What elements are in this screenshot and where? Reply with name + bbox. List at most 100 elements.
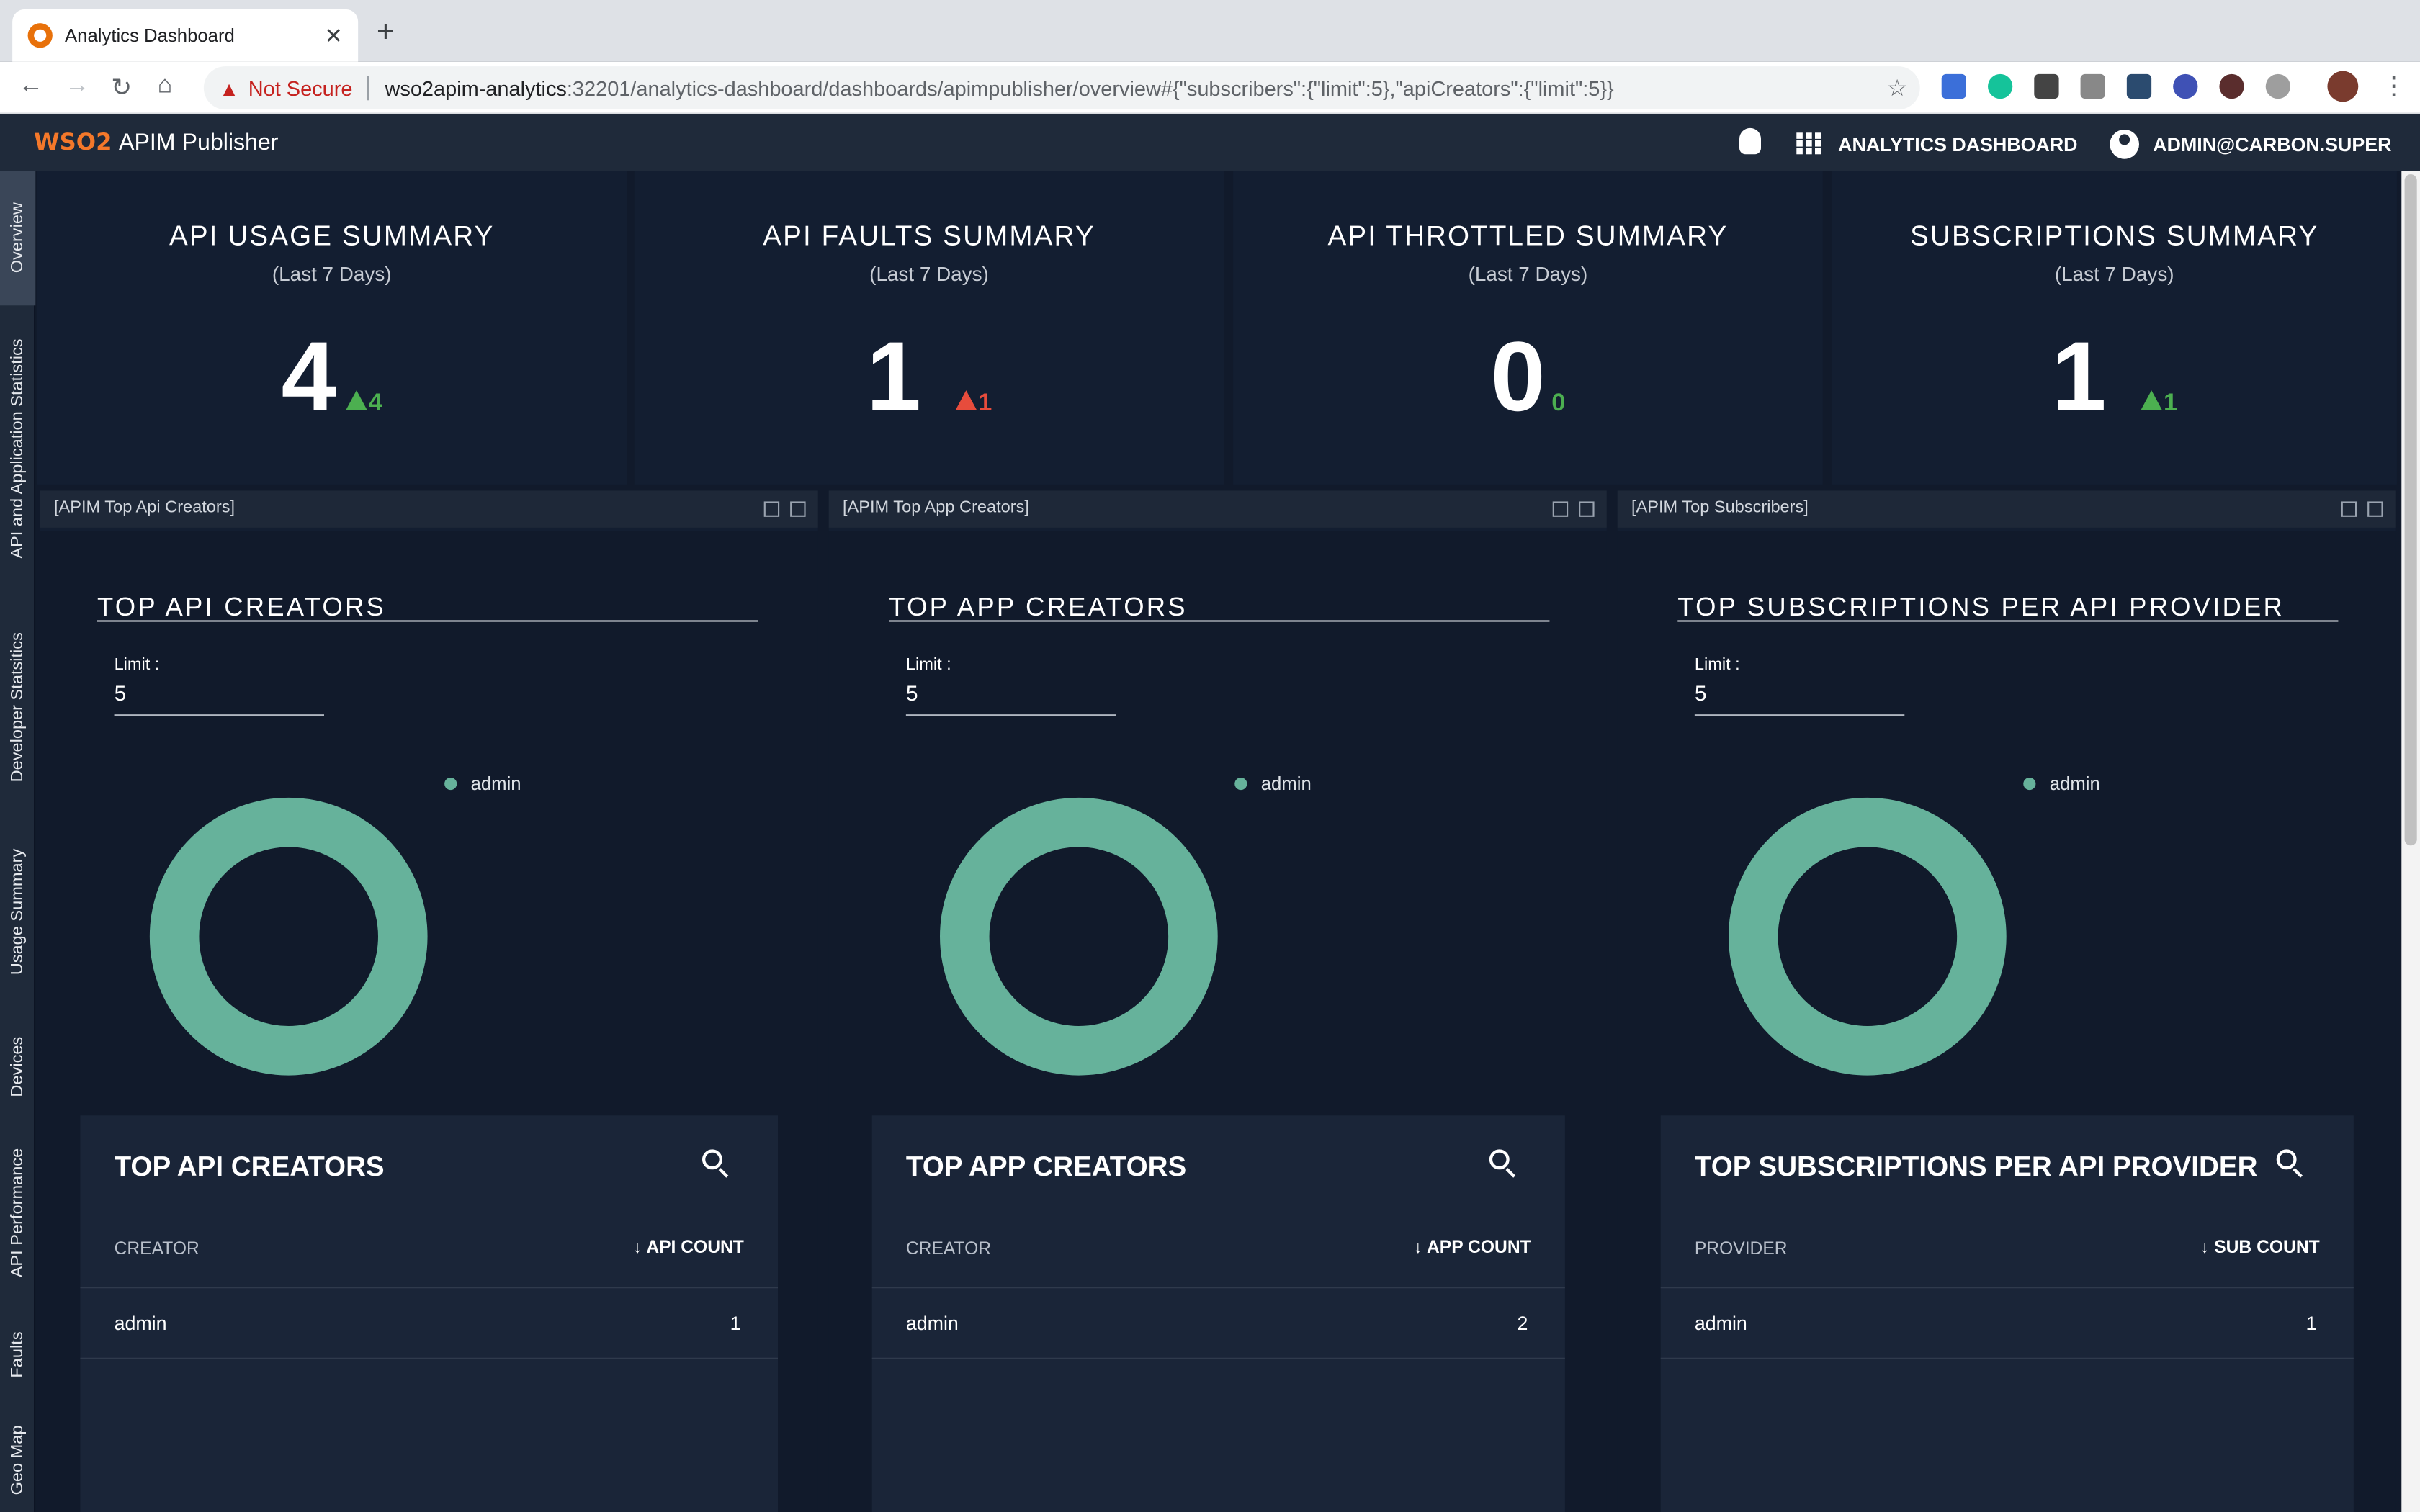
nav-developer-statistics[interactable]: Developer Statsitics <box>0 611 35 804</box>
chart-legend[interactable]: admin <box>1234 773 1312 795</box>
limit-input[interactable]: 5 <box>114 680 325 716</box>
extension-icon[interactable] <box>1941 73 1966 99</box>
extension-icon[interactable] <box>2080 73 2105 99</box>
page-scrollbar[interactable] <box>2401 171 2420 1512</box>
nav-faults[interactable]: Faults <box>0 1320 35 1390</box>
column-header-provider[interactable]: PROVIDER <box>1695 1241 1788 1259</box>
table-row[interactable]: admin 1 <box>1660 1290 2354 1359</box>
donut-slice-admin[interactable] <box>939 797 1218 1076</box>
donut-chart[interactable] <box>1727 796 2008 1077</box>
kpi-delta: 0 <box>1551 390 1566 417</box>
kpi-value: 1 <box>2051 320 2107 432</box>
divider <box>367 76 370 101</box>
bookmark-star-icon[interactable]: ☆ <box>1887 74 1908 102</box>
column-header-count[interactable]: ↓ API COUNT <box>633 1239 744 1258</box>
table-title: TOP SUBSCRIPTIONS PER API PROVIDER <box>1694 1151 2258 1182</box>
legend-swatch <box>444 778 457 791</box>
extension-icon[interactable] <box>2219 73 2244 99</box>
chart-legend[interactable]: admin <box>2023 773 2100 795</box>
chart-title: TOP APP CREATORS <box>889 592 1188 622</box>
extension-icon[interactable] <box>2265 73 2290 99</box>
sort-arrow-icon: ↓ <box>633 1238 647 1258</box>
column-header-creator[interactable]: CREATOR <box>906 1241 991 1259</box>
kpi-value-row: 11 <box>635 320 1224 434</box>
kpi-card-throttled: API THROTTLED SUMMARY (Last 7 Days) 00 <box>1233 171 1823 485</box>
maximize-icon[interactable] <box>2367 501 2383 517</box>
widget-body: TOP SUBSCRIPTIONS PER API PROVIDER Limit… <box>1617 531 2396 1512</box>
widget-header-title: [APIM Top Subscribers] <box>1631 498 1809 517</box>
kpi-delta: 1 <box>978 390 992 417</box>
donut-slice-admin[interactable] <box>149 797 428 1076</box>
url-input[interactable]: ▲ Not Secure wso2apim-analytics :32201/a… <box>203 66 1920 110</box>
limit-label: Limit : <box>905 655 951 675</box>
donut-chart[interactable] <box>938 796 1219 1077</box>
kpi-title: API THROTTLED SUMMARY <box>1327 220 1729 252</box>
nav-overview[interactable]: Overview <box>0 171 36 306</box>
divider <box>889 620 1550 622</box>
kpi-delta: 4 <box>368 390 382 417</box>
column-header-count[interactable]: ↓ SUB COUNT <box>2200 1239 2320 1258</box>
sort-arrow-icon: ↓ <box>1413 1238 1428 1258</box>
column-header-count[interactable]: ↓ APP COUNT <box>1414 1239 1531 1258</box>
reload-icon[interactable]: ↻ <box>111 73 132 104</box>
widget-header: [APIM Top App Creators] <box>828 490 1607 528</box>
analytics-dashboard-link[interactable]: ANALYTICS DASHBOARD <box>1838 134 2077 156</box>
popout-icon[interactable] <box>2341 501 2357 517</box>
chart-legend[interactable]: admin <box>444 773 521 795</box>
extension-icon[interactable] <box>2034 73 2059 99</box>
profile-avatar[interactable] <box>2327 71 2359 102</box>
kpi-value: 4 <box>281 320 336 432</box>
trend-up-icon <box>2140 390 2162 410</box>
table-row[interactable]: admin 2 <box>871 1290 1565 1359</box>
table-card: TOP APP CREATORS CREATOR ↓ APP COUNT adm… <box>871 1115 1565 1512</box>
table-card: TOP SUBSCRIPTIONS PER API PROVIDER PROVI… <box>1660 1115 2354 1512</box>
kpi-value: 0 <box>1490 320 1546 432</box>
table-title: TOP APP CREATORS <box>905 1151 1187 1182</box>
widget-header: [APIM Top Subscribers] <box>1617 490 2396 528</box>
search-icon[interactable] <box>1489 1149 1510 1170</box>
user-menu[interactable]: ADMIN@CARBON.SUPER <box>2153 134 2391 156</box>
popout-icon[interactable] <box>1552 501 1569 517</box>
apps-grid-icon[interactable] <box>1796 132 1821 155</box>
app-title: APIM Publisher <box>119 130 279 156</box>
limit-input[interactable]: 5 <box>1694 680 1905 716</box>
search-icon[interactable] <box>702 1149 722 1170</box>
nav-api-app-statistics[interactable]: API and Application Statistics <box>0 310 35 588</box>
maximize-icon[interactable] <box>1579 501 1595 517</box>
legend-label: admin <box>2049 773 2100 795</box>
new-tab-button[interactable]: + <box>377 15 395 50</box>
forward-icon[interactable]: → <box>65 73 89 101</box>
lightbulb-icon[interactable] <box>1739 127 1761 155</box>
tab-close-icon[interactable]: ✕ <box>325 22 343 48</box>
browser-tab[interactable]: Analytics Dashboard ✕ <box>12 9 359 62</box>
table-title: TOP API CREATORS <box>114 1151 385 1182</box>
back-icon[interactable]: ← <box>19 73 43 101</box>
column-header-creator[interactable]: CREATOR <box>115 1241 200 1259</box>
account-icon[interactable] <box>2110 130 2139 159</box>
nav-devices[interactable]: Devices <box>0 1020 35 1112</box>
kpi-subtitle: (Last 7 Days) <box>272 262 392 286</box>
nav-geo-map[interactable]: Geo Map <box>0 1413 35 1506</box>
home-icon[interactable]: ⌂ <box>158 73 173 101</box>
donut-chart[interactable] <box>148 796 429 1077</box>
sort-arrow-icon: ↓ <box>2200 1238 2215 1258</box>
popout-icon[interactable] <box>763 501 780 517</box>
security-label[interactable]: Not Secure <box>248 76 353 99</box>
screen: Analytics Dashboard ✕ + ← → ↻ ⌂ ▲ Not Se… <box>0 0 2420 1512</box>
search-icon[interactable] <box>2276 1149 2297 1170</box>
limit-input[interactable]: 5 <box>905 680 1116 716</box>
nav-usage-summary[interactable]: Usage Summary <box>0 827 35 997</box>
donut-slice-admin[interactable] <box>1729 797 2007 1076</box>
table-header: CREATOR ↓ APP COUNT <box>871 1220 1565 1289</box>
browser-menu-icon[interactable]: ⋮ <box>2381 71 2406 102</box>
kpi-value-row: 11 <box>1832 320 2397 434</box>
kpi-delta: 1 <box>2163 390 2178 417</box>
extension-icon[interactable] <box>2173 73 2198 99</box>
scrollbar-thumb[interactable] <box>2404 174 2417 846</box>
nav-api-performance[interactable]: API Performance <box>0 1128 35 1297</box>
maximize-icon[interactable] <box>790 501 806 517</box>
cell-name: admin <box>114 1313 167 1335</box>
table-row[interactable]: admin 1 <box>80 1290 778 1359</box>
grammarly-extension-icon[interactable] <box>1988 73 2013 99</box>
extension-icon[interactable] <box>2126 73 2152 99</box>
